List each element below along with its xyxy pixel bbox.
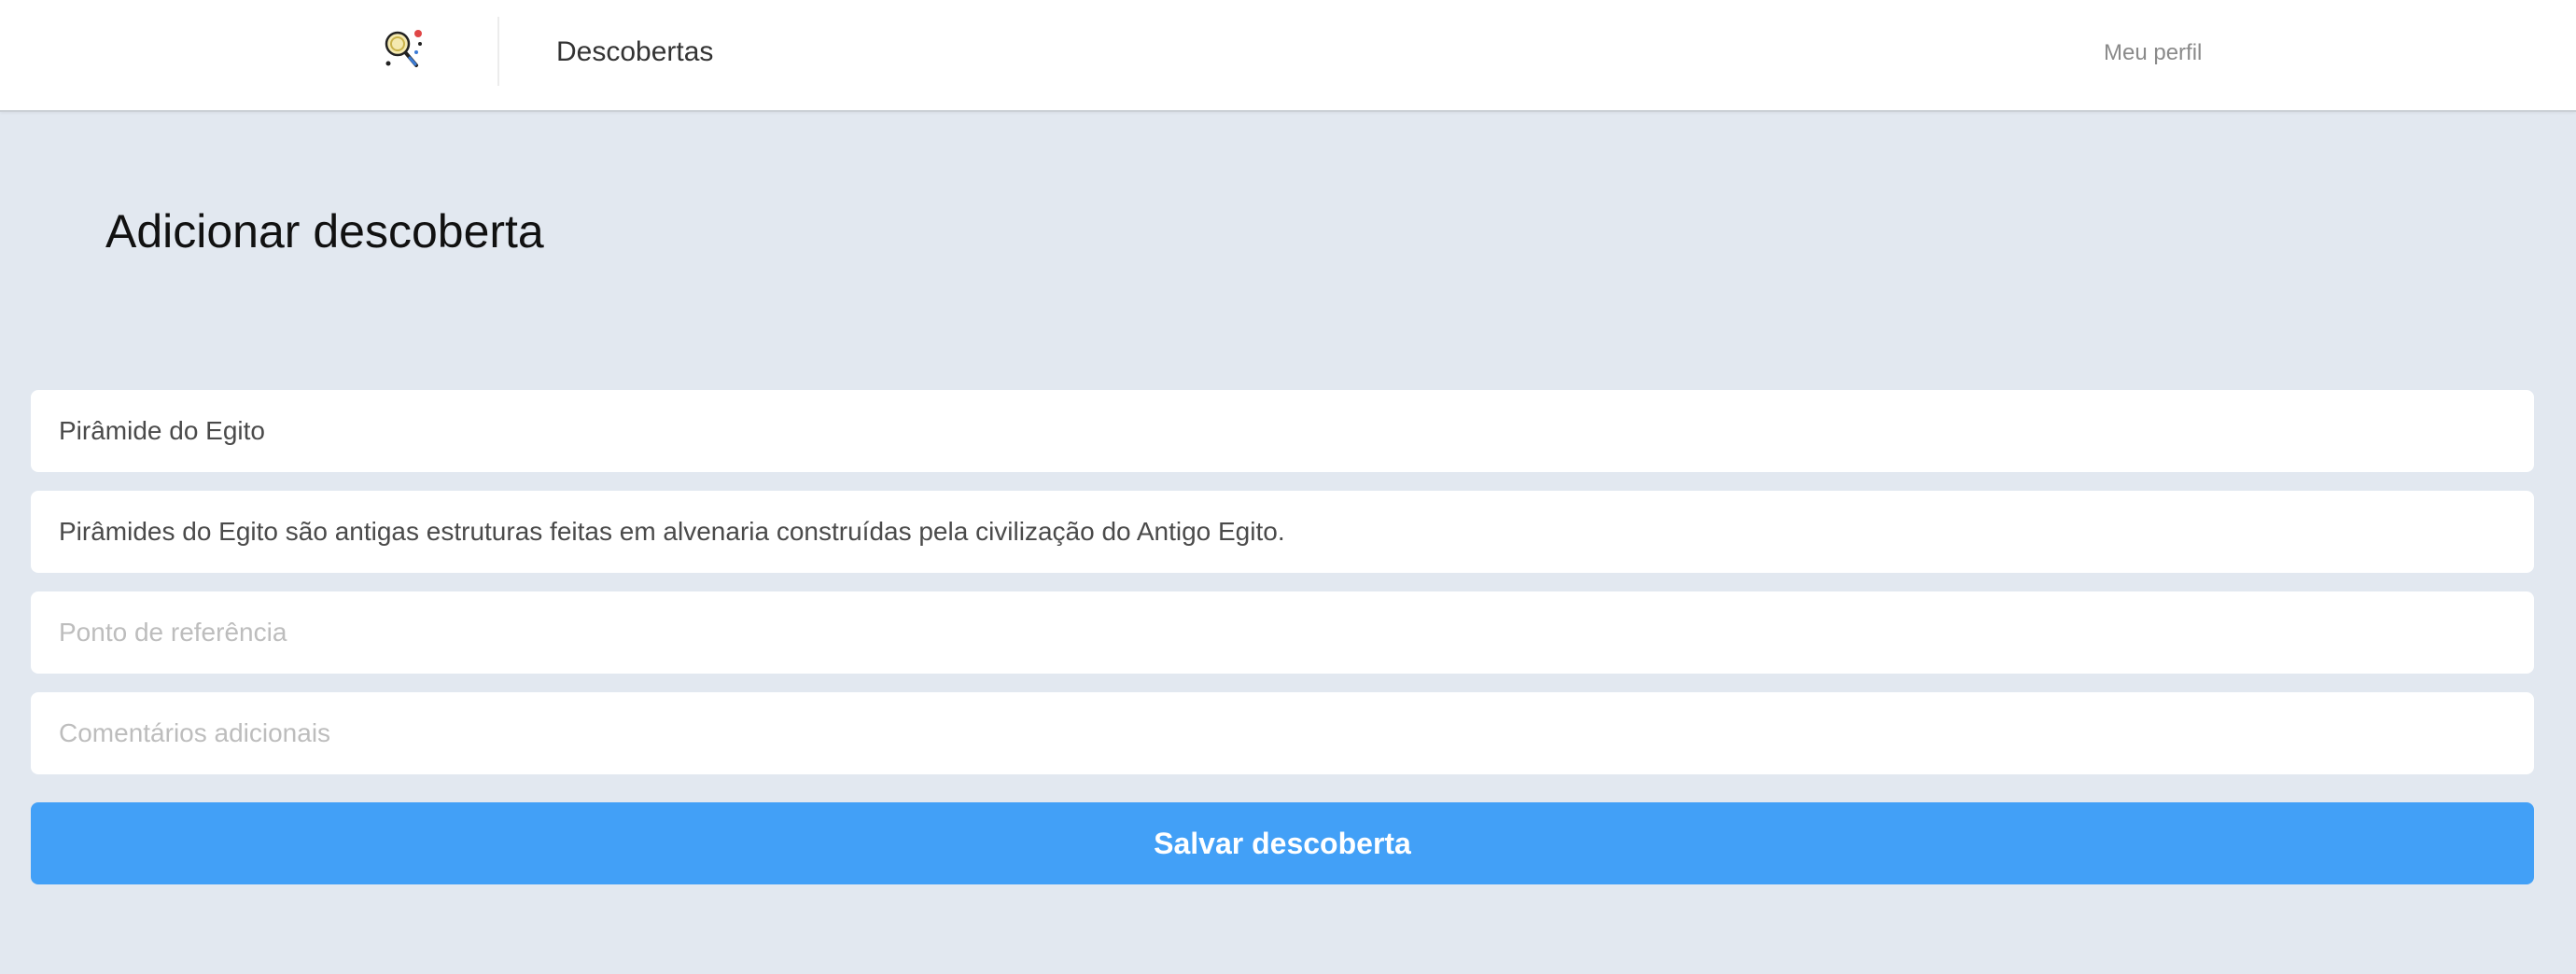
discovery-name-input[interactable] [31, 390, 2534, 472]
nav-divider [497, 17, 499, 86]
reference-point-input[interactable] [31, 591, 2534, 674]
save-discovery-button[interactable]: Salvar descoberta [31, 802, 2534, 884]
logo-icon[interactable] [381, 28, 426, 73]
additional-comments-input[interactable] [31, 692, 2534, 774]
page-title: Adicionar descoberta [105, 205, 544, 257]
nav-link-meu-perfil[interactable]: Meu perfil [2104, 39, 2202, 67]
nav-link-descobertas[interactable]: Descobertas [556, 34, 713, 71]
navbar: Descobertas Meu perfil [0, 0, 2576, 112]
discovery-description-input[interactable] [31, 491, 2534, 573]
